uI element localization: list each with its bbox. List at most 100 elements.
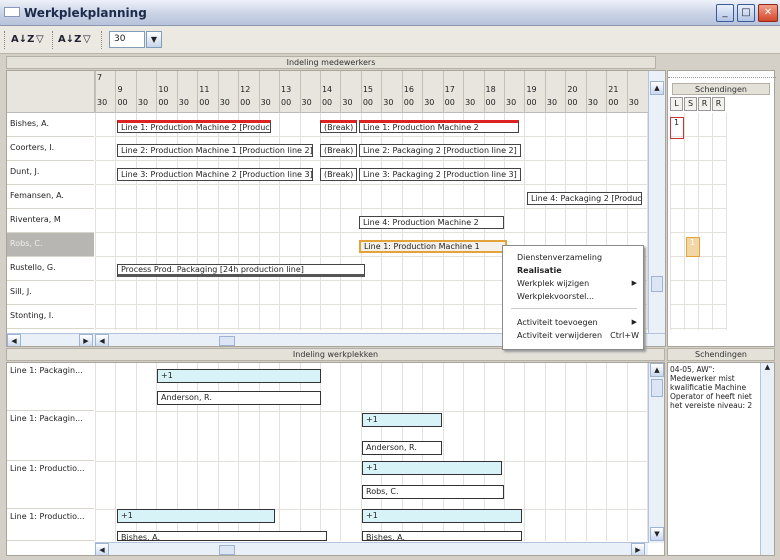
window-title: Werkplekplanning (24, 6, 147, 20)
assigned-person[interactable]: Bishes, A. (362, 531, 522, 541)
menu-item-activiteit-verwijderen[interactable]: Activiteit verwijderen Ctrl+W (503, 329, 643, 342)
filter-icon-2[interactable]: ▽ (83, 32, 91, 48)
grid-line (670, 280, 726, 281)
grid-line (670, 208, 726, 209)
violations-columns: LSRR (668, 95, 728, 111)
menu-label: Werkplek wijzigen (517, 279, 590, 288)
label-horizontal-scrollbar[interactable]: ◀ ▶ (7, 333, 95, 346)
violation-marker-bishes[interactable]: 1 (670, 117, 684, 139)
menu-item-realisatie[interactable]: Realisatie (503, 264, 643, 277)
toolbar-separator (52, 31, 54, 49)
scroll-left-arrow-3[interactable]: ◀ (95, 543, 109, 555)
menu-label: Werkplekvoorstel... (517, 292, 595, 301)
workplace-slot[interactable]: +1 (157, 369, 321, 383)
top-violations-panel: Schendingen LSRR 1 1 (667, 70, 776, 347)
grid-line (670, 328, 726, 329)
scroll-left-arrow[interactable]: ◀ (7, 334, 21, 346)
activity-bar[interactable]: Process Prod. Packaging [24h production … (117, 264, 365, 277)
violation-marker-robs[interactable]: 1 (686, 237, 700, 257)
assigned-person[interactable]: Robs, C. (362, 485, 504, 499)
grid-line (670, 304, 726, 305)
menu-label: Activiteit toevoegen (517, 318, 598, 327)
menu-label: Dienstenverzameling (517, 253, 603, 262)
workplace-grid: Line 1: Packagin... Line 1: Packagin... Li… (6, 362, 665, 556)
workplace-slot[interactable]: +1 (117, 509, 275, 523)
sort-az-icon[interactable]: A↓Z (11, 32, 34, 48)
scroll-thumb-h2[interactable] (219, 545, 235, 555)
scroll-up-arrow-3[interactable]: ▲ (761, 363, 774, 375)
activity-bar[interactable]: Line 2: Production Machine 1 [Production… (117, 144, 313, 157)
panel-divider (668, 77, 776, 78)
assigned-person[interactable]: Anderson, R. (157, 391, 321, 405)
violation-column-header: L (670, 97, 683, 111)
close-button[interactable]: ✕ (758, 4, 778, 22)
top-vertical-scrollbar[interactable]: ▲ (648, 71, 665, 333)
grid-line (670, 184, 726, 185)
filter-icon[interactable]: ▽ (36, 32, 44, 48)
assigned-person[interactable]: Anderson, R. (362, 441, 442, 455)
maximize-button[interactable]: □ (737, 4, 755, 22)
chevron-down-icon[interactable]: ▼ (146, 31, 162, 48)
scroll-thumb-h[interactable] (219, 336, 235, 346)
bottom-violations-header: Schendingen (667, 348, 775, 361)
scroll-thumb[interactable] (651, 276, 663, 292)
violation-column-header: R (698, 97, 711, 111)
violation-message: 04-05, AW": Medewerker mist kwalificatie… (670, 365, 753, 410)
menu-label: Activiteit verwijderen (517, 331, 603, 340)
menu-item-activiteit-toevoegen[interactable]: Activiteit toevoegen ▶ (503, 316, 643, 329)
menu-item-werkplekvoorstel[interactable]: Werkplekvoorstel... (503, 290, 643, 303)
violation-column-header: S (684, 97, 697, 111)
activity-bar[interactable]: Line 1: Production Machine 2 [Production… (117, 120, 271, 133)
bottom-horizontal-scrollbar[interactable]: ◀ ▶ (95, 542, 648, 555)
submenu-arrow-icon: ▶ (631, 279, 637, 287)
scroll-left-arrow-2[interactable]: ◀ (95, 334, 109, 346)
activity-bar[interactable]: Line 1: Production Machine 2 (359, 120, 519, 133)
grid-line (712, 113, 713, 330)
scroll-right-arrow[interactable]: ▶ (79, 334, 93, 346)
workplace-slot[interactable]: +1 (362, 461, 502, 475)
bottom-violations-panel: 04-05, AW": Medewerker mist kwalificatie… (667, 362, 775, 556)
context-menu: Dienstenverzameling Realisatie Werkplek … (502, 245, 644, 350)
zoom-select[interactable]: 30 (109, 31, 145, 48)
menu-item-werkplek-wijzigen[interactable]: Werkplek wijzigen ▶ (503, 277, 643, 290)
activity-bar[interactable]: Line 1: Production Machine 1 (359, 240, 507, 253)
workplace-slot[interactable]: +1 (362, 413, 442, 427)
activity-bar[interactable]: (Break) (320, 120, 357, 133)
grid-line (698, 113, 699, 330)
app-icon (4, 7, 20, 17)
scroll-up-arrow[interactable]: ▲ (650, 81, 664, 95)
toolbar-grip (4, 31, 6, 49)
workplace-assignments: +1 +1 +1 +1 +1 Anderson, R. Anderson, R. Robs, … (7, 363, 648, 541)
scroll-up-arrow-2[interactable]: ▲ (650, 363, 664, 377)
grid-line (670, 160, 726, 161)
title-bar: Werkplekplanning _ □ ✕ (0, 0, 780, 26)
menu-item-dienstenverzameling[interactable]: Dienstenverzameling (503, 251, 643, 264)
activity-bar[interactable]: Line 3: Packaging 2 [Production line 3] (359, 168, 521, 181)
activity-bar[interactable]: Line 3: Production Machine 2 [Production… (117, 168, 313, 181)
sort-za-icon[interactable]: A↓Z (58, 32, 81, 48)
violations-grid (668, 113, 728, 330)
activity-bar[interactable]: Line 4: Packaging 2 [Produc (527, 192, 642, 205)
activity-bar[interactable]: Line 2: Packaging 2 [Production line 2] (359, 144, 521, 157)
activity-bar[interactable]: (Break) (320, 144, 357, 157)
toolbar-separator-2 (101, 31, 103, 49)
minimize-button[interactable]: _ (716, 4, 734, 22)
bottom-vertical-scrollbar[interactable]: ▲ ▼ (648, 363, 664, 543)
workplace-slot[interactable]: +1 (362, 509, 522, 523)
employees-panel-header: Indeling medewerkers (6, 56, 656, 69)
violations-scrollbar[interactable]: ▲ (760, 363, 774, 555)
scroll-down-arrow[interactable]: ▼ (650, 527, 664, 541)
activity-bar[interactable]: (Break) (320, 168, 357, 181)
menu-shortcut: Ctrl+W (610, 331, 639, 340)
violation-column-header: R (712, 97, 725, 111)
grid-line (670, 113, 671, 330)
activity-bar[interactable]: Line 4: Production Machine 2 (359, 216, 504, 229)
menu-label: Realisatie (517, 266, 562, 275)
scroll-thumb-2[interactable] (651, 379, 663, 397)
grid-line (726, 113, 727, 330)
grid-line (670, 232, 726, 233)
submenu-arrow-icon: ▶ (631, 318, 637, 326)
menu-separator (511, 308, 637, 309)
assigned-person[interactable]: Bishes, A. (117, 531, 327, 541)
scroll-right-arrow-2[interactable]: ▶ (631, 543, 645, 555)
